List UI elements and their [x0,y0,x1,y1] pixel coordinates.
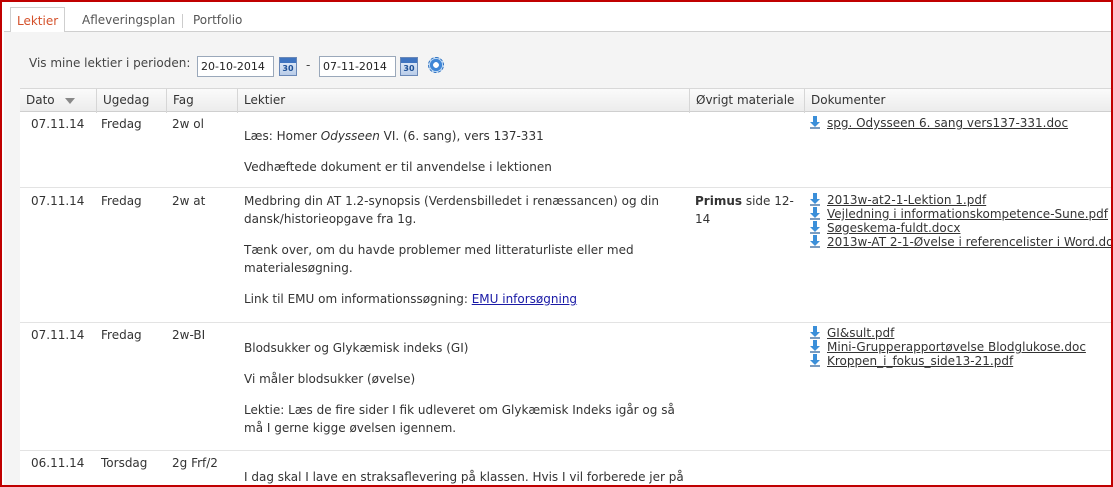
lesson-text: må I gerne kigge øvelsen igennem. [244,421,457,435]
window-frame: Lektier Afleveringsplan Portfolio Vis mi… [0,0,1113,487]
table-header: Dato Ugedag Fag Lektier Øvrigt materiale… [20,88,1111,113]
lesson-text: Lektie: Læs de fire sider I fik udlevere… [244,403,675,417]
material-title: Primus [695,194,743,208]
lesson-text-part: VI. (6. sang), vers 137-331 [379,129,544,143]
from-date-input[interactable] [197,56,274,77]
download-icon[interactable] [810,116,820,129]
period-label: Vis mine lektier i perioden: [29,56,191,70]
tab-lektier[interactable]: Lektier [10,7,66,33]
document-link[interactable]: 2013w-at2-1-Lektion 1.pdf [827,193,986,207]
lesson-text: Tænk over, om du havde problemer med lit… [244,243,634,257]
column-header-lektier[interactable]: Lektier [237,89,689,113]
download-icon[interactable] [810,207,820,220]
lesson-text: I dag skal I lave en straksaflevering på… [244,470,684,484]
cell-ugedag: Fredag [101,194,142,208]
table-row: 07.11.14 Fredag 2w ol Læs: Homer Odyssee… [20,112,1111,188]
column-header-dokumenter[interactable]: Dokumenter [804,89,1111,113]
cell-dato: 06.11.14 [31,456,85,470]
lesson-text: Medbring din AT 1.2-synopsis (Verdensbil… [244,194,659,208]
download-icon[interactable] [810,193,820,206]
lesson-text: dansk/historieopgave fra 1g. [244,212,417,226]
lesson-text: Læs: Homer Odysseen VI. (6. sang), vers … [244,127,684,145]
cell-dato: 07.11.14 [31,194,85,208]
cell-fag: 2w-BI [172,328,206,342]
date-separator: - [306,58,311,72]
sort-down-icon [64,97,75,104]
material-text: Primus side 12- [695,192,800,210]
document-link[interactable]: Mini-Grupperapportøvelse Blodglukose.doc [827,340,1086,354]
lesson-text: Link til EMU om informationssøgning: EMU… [244,290,684,308]
to-date-input[interactable] [319,56,396,77]
cell-fag: 2w ol [172,117,204,131]
header-label: Ugedag [103,93,150,107]
material-text: 14 [695,212,711,226]
header-label: Fag [173,93,194,107]
document-link[interactable]: 2013w-AT 2-1-Øvelse i referencelister i … [827,235,1111,249]
cell-fag: 2g Frf/2 [172,456,218,470]
document-link[interactable]: Kroppen_i_fokus_side13-21.pdf [827,354,1013,368]
lesson-text-part: Link til EMU om informationssøgning: [244,292,472,306]
download-icon[interactable] [810,326,820,339]
table-row: 07.11.14 Fredag 2w-BI Blodsukker og Glyk… [20,323,1111,451]
download-icon[interactable] [810,354,820,367]
cell-dato: 07.11.14 [31,328,85,342]
cell-dato: 07.11.14 [31,117,85,131]
lesson-text: Vi måler blodsukker (øvelse) [244,372,416,386]
document-link[interactable]: Vejledning i informationskompetence-Sune… [827,207,1108,221]
document-link[interactable]: spg. Odysseen 6. sang vers137-331.doc [827,116,1068,130]
calendar-icon[interactable]: 30 [400,57,418,76]
lesson-text: materialesøgning. [244,261,353,275]
document-link[interactable]: GI&sult.pdf [827,326,894,340]
refresh-gear-icon[interactable] [428,57,444,73]
lesson-text: Vedhæftede dokument er til anvendelse i … [244,160,552,174]
emu-link[interactable]: EMU inforsøgning [472,292,577,306]
header-label: Øvrigt materiale [696,93,795,107]
lektier-panel: Vis mine lektier i perioden: 30 - 30 Dat… [4,32,1111,485]
cell-ugedag: Torsdag [101,456,148,470]
book-title: Odysseen [320,129,380,143]
column-header-materiale[interactable]: Øvrigt materiale [689,89,804,113]
lesson-text-part: Læs: Homer [244,129,321,143]
table-row: 07.11.14 Fredag 2w at Medbring din AT 1.… [20,188,1111,323]
tab-portfolio[interactable]: Portfolio [187,10,248,32]
tab-divider [182,14,183,28]
column-header-dato[interactable]: Dato [20,89,96,113]
cell-ugedag: Fredag [101,117,142,131]
header-label: Dokumenter [811,93,886,107]
tab-bar: Lektier Afleveringsplan Portfolio [4,4,1111,33]
download-icon[interactable] [810,235,820,248]
cell-ugedag: Fredag [101,328,142,342]
table-row: 06.11.14 Torsdag 2g Frf/2 I dag skal I l… [20,451,1111,485]
column-header-ugedag[interactable]: Ugedag [96,89,166,113]
header-label: Lektier [244,93,286,107]
column-header-fag[interactable]: Fag [166,89,237,113]
lektier-table: Dato Ugedag Fag Lektier Øvrigt materiale… [20,88,1111,485]
material-pages: side 12- [742,194,794,208]
tab-afleveringsplan[interactable]: Afleveringsplan [76,10,181,32]
document-link[interactable]: Søgeskema-fuldt.docx [827,221,960,235]
cell-fag: 2w at [172,194,206,208]
download-icon[interactable] [810,221,820,234]
lesson-text: Blodsukker og Glykæmisk indeks (GI) [244,341,469,355]
header-label: Dato [26,93,55,107]
download-icon[interactable] [810,340,820,353]
calendar-icon[interactable]: 30 [279,57,297,76]
